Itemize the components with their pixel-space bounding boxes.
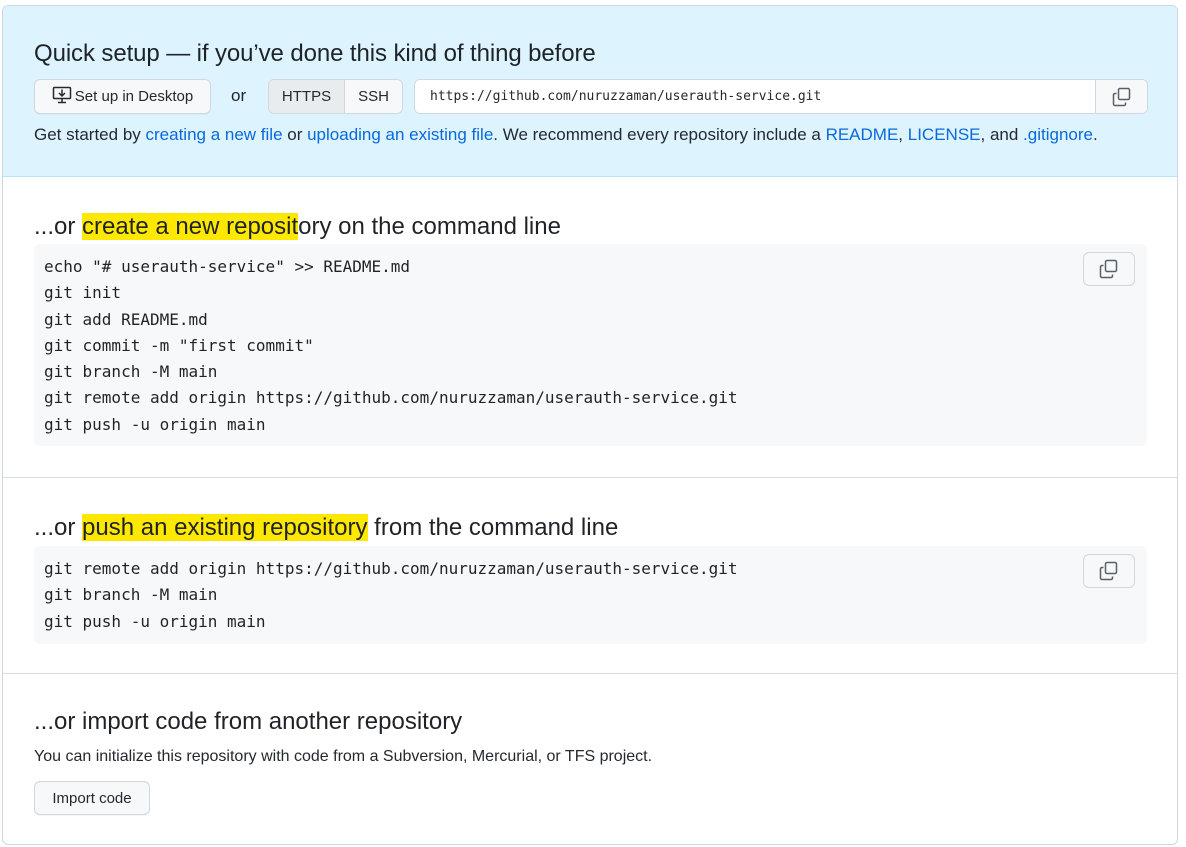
- push-repo-code-block: git remote add origin https://github.com…: [34, 546, 1147, 644]
- gitignore-link[interactable]: .gitignore: [1023, 125, 1093, 144]
- get-started-comma: ,: [898, 125, 908, 144]
- upload-existing-file-link[interactable]: uploading an existing file: [307, 125, 493, 144]
- copy-icon: [1112, 87, 1130, 106]
- desktop-download-icon: [52, 85, 72, 109]
- code-line: git init: [44, 283, 122, 303]
- get-started-prefix: Get started by: [34, 125, 146, 144]
- get-started-period: .: [1092, 125, 1098, 144]
- code-line: git commit -m "first commit": [44, 335, 314, 355]
- protocol-ssh-button[interactable]: SSH: [345, 80, 402, 113]
- create-new-file-link[interactable]: creating a new file: [146, 125, 283, 144]
- copy-url-button[interactable]: [1095, 80, 1147, 113]
- import-code-button[interactable]: Import code: [34, 781, 150, 815]
- push-title-highlight: push an existing repository: [82, 514, 368, 541]
- protocol-toggle: HTTPS SSH: [268, 79, 403, 114]
- push-title-prefix: ...or: [34, 514, 83, 541]
- clone-url-input[interactable]: [415, 80, 1095, 113]
- code-line: git remote add origin https://github.com…: [44, 388, 738, 408]
- code-line: git push -u origin main: [44, 414, 266, 434]
- get-started-and: , and: [980, 125, 1024, 144]
- push-title-suffix: from the command line: [367, 514, 619, 541]
- code-line: echo "# userauth-service" >> README.md: [44, 257, 411, 276]
- import-code-section: ...or import code from another repositor…: [3, 674, 1177, 844]
- or-label: or: [231, 86, 247, 105]
- get-started-recommend: . We recommend every repository include …: [493, 125, 826, 144]
- create-repo-title: ...or create a new repository on the com…: [34, 213, 561, 241]
- license-link[interactable]: LICENSE: [908, 125, 981, 144]
- code-line: git remote add origin https://github.com…: [44, 559, 738, 578]
- code-line: git branch -M main: [44, 585, 218, 605]
- copy-icon: [1099, 259, 1118, 279]
- create-title-prefix: ...or: [34, 213, 83, 240]
- empty-repo-setup-box: Quick setup — if you’ve done this kind o…: [2, 5, 1178, 845]
- get-started-text: Get started by creating a new file or up…: [34, 125, 1098, 145]
- copy-push-commands-button[interactable]: [1083, 554, 1135, 588]
- quick-setup-title: Quick setup — if you’ve done this kind o…: [34, 40, 596, 67]
- push-repo-title: ...or push an existing repository from t…: [34, 514, 618, 542]
- quick-setup-panel: Quick setup — if you’ve done this kind o…: [3, 6, 1177, 177]
- push-repo-section: ...or push an existing repository from t…: [3, 478, 1177, 674]
- setup-in-desktop-button[interactable]: Set up in Desktop: [34, 79, 211, 114]
- create-repo-code-block: echo "# userauth-service" >> README.md g…: [34, 244, 1147, 446]
- get-started-or: or: [282, 125, 308, 144]
- setup-in-desktop-label: Set up in Desktop: [74, 88, 194, 105]
- create-title-suffix: ory on the command line: [298, 213, 561, 240]
- copy-icon: [1099, 561, 1118, 581]
- create-repo-section: ...or create a new repository on the com…: [3, 177, 1177, 478]
- create-title-highlight: create a new reposit: [82, 213, 299, 240]
- code-line: git branch -M main: [44, 362, 218, 382]
- import-code-description: You can initialize this repository with …: [34, 748, 653, 765]
- protocol-https-button[interactable]: HTTPS: [269, 80, 345, 113]
- clone-url-group: [414, 79, 1148, 114]
- import-code-title: ...or import code from another repositor…: [34, 708, 463, 735]
- code-line: git push -u origin main: [44, 611, 266, 631]
- code-line: git add README.md: [44, 309, 208, 329]
- copy-create-commands-button[interactable]: [1083, 252, 1135, 286]
- readme-link[interactable]: README: [826, 125, 899, 144]
